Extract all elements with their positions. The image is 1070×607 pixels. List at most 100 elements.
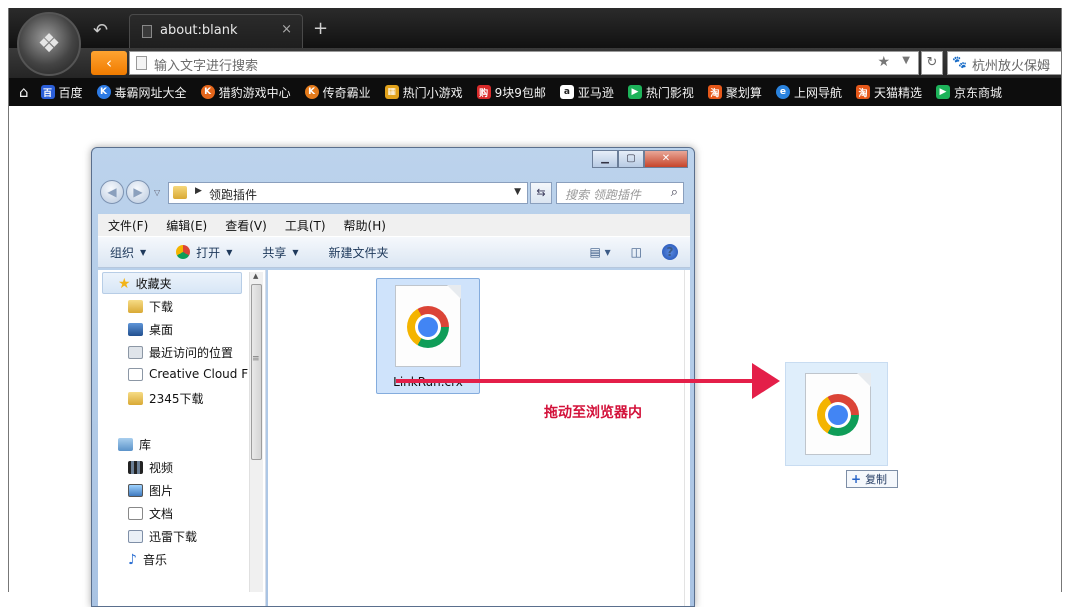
share-button[interactable]: 共享 ▼ (262, 244, 298, 261)
nav-label: Creative Cloud F (149, 367, 249, 381)
bookmark-item[interactable]: ▶ 热门影视 (627, 84, 694, 101)
favorites-label: 收藏夹 (135, 277, 172, 291)
refresh-button[interactable]: ↻ (921, 51, 943, 75)
game-icon: ▦ (384, 85, 399, 99)
nav-label: 下载 (149, 300, 174, 314)
browser-logo-icon[interactable]: ❖ (17, 12, 81, 76)
nav-label: 视频 (149, 461, 174, 475)
bookmark-item[interactable]: e 上网导航 (775, 84, 842, 101)
maximize-button[interactable]: ▢ (618, 150, 644, 168)
creative-cloud-icon (128, 367, 143, 381)
bookmark-item[interactable]: a 亚马逊 (559, 84, 614, 101)
bookmark-item[interactable]: ▦ 热门小游戏 (384, 84, 463, 101)
menu-bar: 文件(F) 编辑(E) 查看(V) 工具(T) 帮助(H) (98, 214, 690, 236)
back-nav-icon[interactable]: ◀ (100, 180, 124, 204)
preview-pane-icon[interactable]: ◫ (631, 245, 642, 259)
minimize-button[interactable]: ▁ (592, 150, 618, 168)
nav-item-download[interactable]: 下载 (128, 298, 173, 315)
menu-edit[interactable]: 编辑(E) (166, 217, 207, 234)
search-input[interactable]: 杭州放火保姆 (972, 55, 1050, 74)
star-icon[interactable]: ★ (877, 54, 890, 70)
drag-arrow-head-icon (752, 363, 780, 399)
desktop-icon (128, 323, 143, 336)
chevron-right-icon[interactable]: ▶ (195, 186, 202, 196)
file-list-scrollbar[interactable] (684, 270, 690, 606)
recent-dropdown-icon[interactable]: ▽ (154, 188, 160, 197)
duba-icon: K (96, 85, 111, 99)
chevron-down-icon[interactable]: ▼ (902, 55, 910, 66)
tab-close-icon[interactable]: × (281, 22, 292, 37)
menu-view[interactable]: 查看(V) (225, 217, 267, 234)
nav-item-recent[interactable]: 最近访问的位置 (128, 344, 233, 361)
bookmarks-bar: ⌂ 百百度 K 毒霸网址大全 K 猎豹游戏中心 K 传奇霸业 ▦ 热门小游戏 购 9块9包… (9, 78, 1061, 106)
address-path[interactable]: ▶ 领跑插件 ▼ (168, 182, 528, 204)
nav-label: 2345下载 (149, 392, 204, 406)
search-icon[interactable]: ⌕ (671, 185, 678, 200)
path-segment[interactable]: 领跑插件 (209, 186, 257, 203)
nav-item-creative-cloud[interactable]: Creative Cloud F (128, 367, 248, 381)
menu-tools[interactable]: 工具(T) (285, 217, 326, 234)
nav-item-music[interactable]: ♪ 音乐 (128, 551, 167, 568)
video-library-icon (128, 461, 143, 474)
nav-scrollbar[interactable]: ▲ ≡ (249, 272, 263, 592)
page-icon (136, 56, 147, 70)
nav-item-documents[interactable]: 文档 (128, 505, 173, 522)
favorites-header[interactable]: ★ 收藏夹 (118, 275, 172, 292)
nav-item-video[interactable]: 视频 (128, 459, 173, 476)
bookmark-item[interactable]: K 传奇霸业 (304, 84, 371, 101)
bookmark-item[interactable]: 百百度 (40, 84, 83, 101)
nav-item-desktop[interactable]: 桌面 (128, 321, 173, 338)
gou-icon: 购 (476, 85, 491, 99)
thunder-download-icon (128, 530, 143, 543)
close-button[interactable]: ✕ (644, 150, 688, 168)
navigation-row: ◀ ▶ ▽ ▶ 领跑插件 ▼ ⇆ 搜索 领跑插件 ⌕ (98, 178, 690, 204)
scroll-grip-icon: ≡ (252, 354, 260, 364)
help-icon[interactable]: ? (662, 244, 678, 260)
bookmark-label: 上网导航 (793, 85, 842, 100)
bookmark-item[interactable]: K 毒霸网址大全 (96, 84, 187, 101)
scroll-up-icon[interactable]: ▲ (253, 272, 258, 280)
plus-icon: + (851, 472, 862, 486)
scrollbar-thumb[interactable] (251, 284, 262, 460)
new-folder-button[interactable]: 新建文件夹 (329, 244, 389, 261)
open-button[interactable]: 打开 ▼ (176, 244, 232, 261)
library-header[interactable]: 库 (118, 436, 151, 453)
bookmark-item[interactable]: K 猎豹游戏中心 (200, 84, 291, 101)
nav-item-pictures[interactable]: 图片 (128, 482, 173, 499)
amazon-icon: a (559, 85, 574, 99)
bookmark-label: 聚划算 (725, 85, 762, 100)
forward-nav-icon[interactable]: ▶ (126, 180, 150, 204)
search-box[interactable]: 🐾 杭州放火保姆 (947, 51, 1061, 75)
bookmark-item[interactable]: 购 9块9包邮 (476, 84, 546, 101)
organize-button[interactable]: 组织 ▼ (110, 244, 146, 261)
nav-item-thunder[interactable]: 迅雷下载 (128, 528, 197, 545)
menu-file[interactable]: 文件(F) (108, 217, 148, 234)
liebao-game-icon: K (200, 85, 215, 99)
library-label: 库 (139, 438, 152, 452)
back-button[interactable]: ‹ (91, 51, 127, 75)
chevron-down-icon[interactable]: ▼ (514, 187, 521, 197)
menu-help[interactable]: 帮助(H) (344, 217, 386, 234)
bookmark-item[interactable]: 淘天猫精选 (855, 84, 922, 101)
search-input[interactable]: 搜索 领跑插件 (565, 186, 641, 203)
bookmark-item[interactable]: 淘聚划算 (707, 84, 762, 101)
bookmark-item[interactable]: ▶ 京东商城 (935, 84, 1002, 101)
bookmark-label: 百度 (58, 85, 83, 100)
address-input[interactable]: 输入文字进行搜索 (154, 55, 258, 74)
ie-icon: e (775, 85, 790, 99)
nav-item-2345[interactable]: 2345下载 (128, 390, 204, 407)
chevron-down-icon: ▼ (292, 247, 299, 257)
library-icon (118, 438, 133, 451)
back-arrow-icon[interactable]: ↶ (93, 20, 108, 41)
refresh-button[interactable]: ⇆ (530, 182, 552, 204)
tab-about-blank[interactable]: about:blank × (129, 14, 303, 48)
folder-search[interactable]: 搜索 领跑插件 ⌕ (556, 182, 684, 204)
view-controls: ▤ ▾ ◫ ? (569, 244, 678, 260)
new-tab-button[interactable]: + (313, 18, 328, 39)
view-mode-icon[interactable]: ▤ ▾ (589, 245, 610, 259)
home-icon[interactable]: ⌂ (19, 83, 29, 101)
file-item-linkrun[interactable]: LinkRun.crx (376, 278, 480, 394)
drag-ghost-file[interactable] (785, 362, 888, 466)
nav-label: 音乐 (142, 553, 167, 567)
address-bar[interactable]: 输入文字进行搜索 ★ ▼ (129, 51, 919, 75)
